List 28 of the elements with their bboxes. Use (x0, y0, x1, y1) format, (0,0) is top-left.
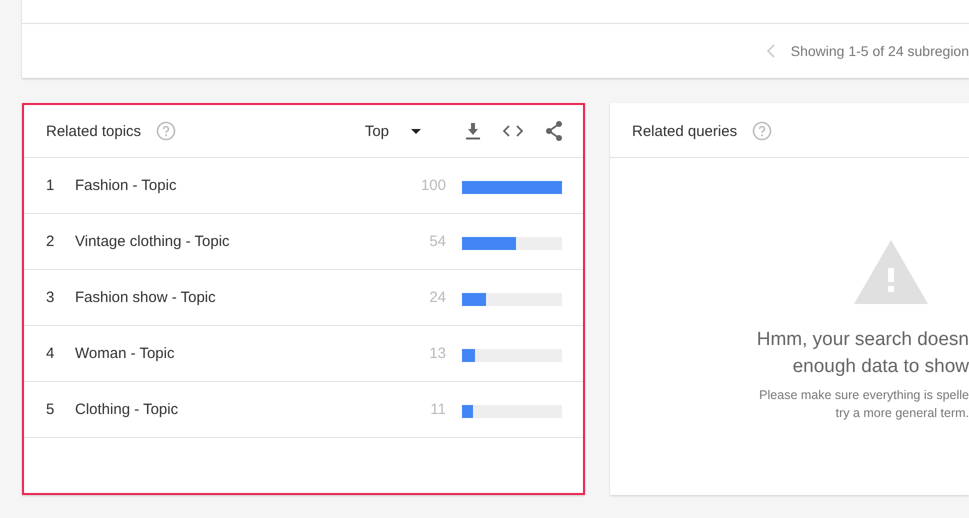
download-icon[interactable] (465, 122, 481, 140)
topic-value: 100 (420, 177, 446, 194)
rank-number: 2 (46, 233, 56, 250)
filter-dropdown[interactable]: Top (364, 122, 421, 140)
topic-value: 54 (428, 233, 446, 250)
empty-message: Hmm, your search doesn (756, 328, 969, 352)
card-title: Related topics (46, 122, 142, 140)
topic-value: 24 (428, 289, 446, 306)
topic-link[interactable]: Vintage clothing - Topic (75, 233, 386, 250)
caret-icon (411, 128, 421, 134)
topic-link[interactable]: Fashion - Topic (75, 177, 386, 194)
share-icon[interactable] (545, 121, 563, 141)
rank-number: 4 (46, 345, 56, 362)
topic-link[interactable]: Clothing - Topic (75, 401, 386, 418)
empty-hint: try a more general term. (836, 405, 969, 422)
topic-value: 11 (429, 401, 446, 418)
rank-number: 3 (46, 289, 56, 306)
rank-number: 1 (46, 177, 56, 194)
topic-value: 13 (428, 345, 446, 362)
warning-icon (854, 240, 928, 304)
topic-link[interactable]: Woman - Topic (75, 345, 386, 362)
card-title: Related queries (632, 122, 738, 140)
empty-message: enough data to show (792, 355, 969, 379)
empty-hint: Please make sure everything is spelle (759, 387, 969, 404)
pagination-text: Showing 1-5 of 24 subregion (790, 43, 969, 59)
topic-link[interactable]: Fashion show - Topic (75, 289, 386, 306)
embed-code-icon[interactable] (503, 125, 523, 137)
rank-number: 5 (46, 401, 56, 418)
